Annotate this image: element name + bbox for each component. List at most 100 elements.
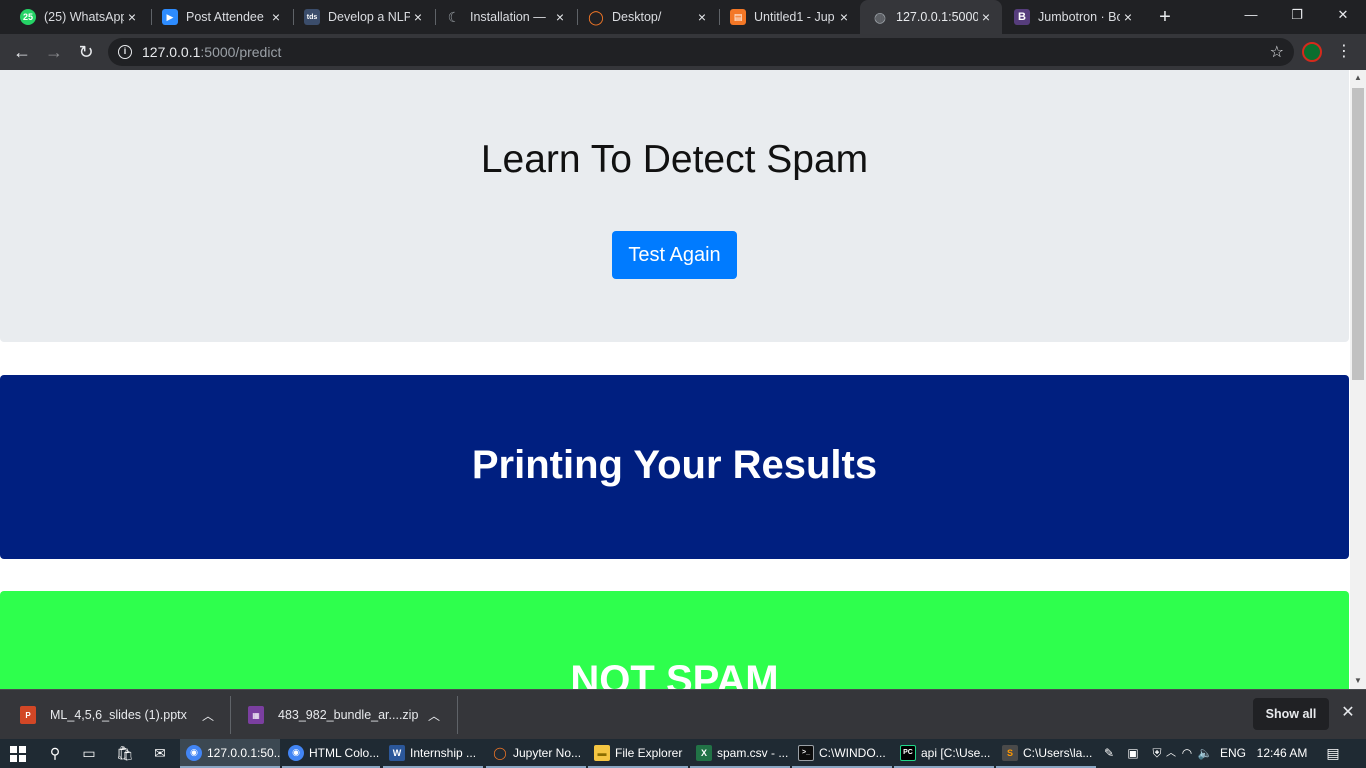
taskbar-app-label: C:\WINDO... xyxy=(819,745,886,760)
taskbar-app-chrome-localhost[interactable]: ◉ 127.0.0.1:50... xyxy=(180,739,280,768)
cmd-icon: >_ xyxy=(798,744,814,761)
scrollbar[interactable]: ▲ ▼ xyxy=(1350,70,1366,689)
chevron-up-icon[interactable]: ︿ xyxy=(428,707,440,724)
download-item[interactable]: P ML_4,5,6_slides (1).pptx ︿ xyxy=(20,690,214,740)
tab-jumbotron[interactable]: B Jumbotron · Bo × xyxy=(1002,0,1144,34)
language-indicator[interactable]: ENG xyxy=(1218,739,1248,768)
globe-icon: ◍ xyxy=(873,8,887,25)
close-icon[interactable]: × xyxy=(124,9,140,25)
shelf-separator xyxy=(457,696,458,734)
close-icon[interactable]: × xyxy=(1120,9,1136,25)
search-icon[interactable]: ⚲ xyxy=(38,739,72,768)
verdict-jumbotron: NOT SPAM xyxy=(0,591,1349,689)
taskbar-app-label: api [C:\Use... xyxy=(921,745,991,760)
url-host: 127.0.0.1 xyxy=(142,44,201,60)
tab-untitled1[interactable]: ▤ Untitled1 - Jup × xyxy=(718,0,860,34)
wifi-icon[interactable]: ◠ xyxy=(1178,739,1196,768)
close-icon[interactable]: × xyxy=(836,9,852,25)
new-tab-button[interactable]: + xyxy=(1154,6,1176,28)
taskbar-app-pycharm[interactable]: PC api [C:\Use... xyxy=(894,739,994,768)
back-button[interactable]: ← xyxy=(10,40,34,64)
close-icon[interactable]: × xyxy=(410,9,426,25)
taskbar-app-cmd[interactable]: >_ C:\WINDO... xyxy=(792,739,892,768)
header-jumbotron: Learn To Detect Spam Test Again xyxy=(0,70,1349,342)
whatsapp-icon: 25 xyxy=(20,9,36,25)
chrome-icon: ◉ xyxy=(186,744,202,761)
close-icon[interactable]: × xyxy=(978,9,994,25)
moon-icon: ☾ xyxy=(447,8,461,25)
pycharm-icon: PC xyxy=(900,744,916,761)
scroll-down-arrow[interactable]: ▼ xyxy=(1350,673,1366,689)
taskbar-app-excel[interactable]: X spam.csv - ... xyxy=(690,739,790,768)
downloads-shelf: P ML_4,5,6_slides (1).pptx ︿ ▦ 483_982_b… xyxy=(0,689,1366,739)
scroll-up-arrow[interactable]: ▲ xyxy=(1350,70,1366,86)
tab-desktop[interactable]: ◯ Desktop/ × xyxy=(576,0,718,34)
bookmark-star-icon[interactable]: ☆ xyxy=(1270,42,1284,62)
taskbar-app-word[interactable]: W Internship ... xyxy=(383,739,483,768)
reload-button[interactable]: ↻ xyxy=(74,40,98,64)
shelf-separator xyxy=(230,696,231,734)
close-icon[interactable]: ✕ xyxy=(1339,704,1357,722)
zoom-icon: ▶ xyxy=(162,9,178,25)
taskbar-app-file-explorer[interactable]: ▬ File Explorer xyxy=(588,739,688,768)
taskbar-app-label: Jupyter No... xyxy=(513,745,582,760)
results-heading: Printing Your Results xyxy=(471,443,878,487)
show-all-button[interactable]: Show all xyxy=(1253,698,1329,730)
page-viewport: Learn To Detect Spam Test Again Printing… xyxy=(0,70,1350,689)
taskbar-app-label: HTML Colo... xyxy=(309,745,380,760)
taskbar-app-label: File Explorer xyxy=(615,745,683,760)
volume-icon[interactable]: 🔈 xyxy=(1196,739,1214,768)
menu-icon[interactable]: ⋮ xyxy=(1336,40,1352,64)
info-icon[interactable]: i xyxy=(118,45,132,59)
download-item[interactable]: ▦ 483_982_bundle_ar....zip ︿ xyxy=(248,690,440,740)
address-bar[interactable]: i 127.0.0.1:5000/predict ☆ xyxy=(108,38,1294,66)
taskbar-app-label: Internship ... xyxy=(410,745,477,760)
close-icon[interactable]: × xyxy=(268,9,284,25)
page-title: Learn To Detect Spam xyxy=(480,138,869,181)
tab-title: Post Attendee xyxy=(186,10,264,24)
tab-develop-nlp[interactable]: tds Develop a NLP × xyxy=(292,0,434,34)
winrar-icon: ▦ xyxy=(248,706,264,724)
tray-app-icon[interactable]: ▣ xyxy=(1124,739,1142,768)
tab-title: Installation — xyxy=(470,10,546,24)
tab-whatsapp[interactable]: 25 (25) WhatsApp × xyxy=(8,0,148,34)
tab-title: Untitled1 - Jup xyxy=(754,10,835,24)
store-icon[interactable]: 🛍 xyxy=(108,739,142,768)
profile-avatar[interactable] xyxy=(1302,42,1322,62)
mail-icon[interactable]: ✉ xyxy=(143,739,177,768)
tab-title: Desktop/ xyxy=(612,10,662,24)
tab-title: Develop a NLP xyxy=(328,10,410,24)
bootstrap-icon: B xyxy=(1014,9,1030,25)
tray-app-icon[interactable]: ✎ xyxy=(1100,739,1118,768)
sublime-icon: S xyxy=(1002,744,1018,761)
folder-icon: ▬ xyxy=(594,744,610,761)
tab-strip: 25 (25) WhatsApp × ▶ Post Attendee × tds… xyxy=(0,0,1366,34)
forward-button[interactable]: → xyxy=(42,40,66,64)
minimize-button[interactable]: — xyxy=(1228,0,1274,30)
taskbar-app-jupyter[interactable]: ◯ Jupyter No... xyxy=(486,739,586,768)
excel-icon: X xyxy=(696,744,712,761)
close-icon[interactable]: × xyxy=(694,9,710,25)
close-icon[interactable]: × xyxy=(552,9,568,25)
tds-icon: tds xyxy=(304,9,320,25)
notification-icon[interactable]: ▤ xyxy=(1322,739,1344,768)
tab-zoom[interactable]: ▶ Post Attendee × xyxy=(150,0,292,34)
taskbar-app-chrome-html-colors[interactable]: ◉ HTML Colo... xyxy=(282,739,380,768)
close-window-button[interactable]: ✕ xyxy=(1320,0,1366,30)
download-filename: 483_982_bundle_ar....zip xyxy=(278,708,419,722)
chevron-up-icon[interactable]: ︿ xyxy=(202,707,214,724)
taskbar-app-sublime[interactable]: S C:\Users\la... xyxy=(996,739,1096,768)
chevron-up-icon[interactable]: ︿ xyxy=(1164,739,1178,768)
powerpoint-icon: P xyxy=(20,706,36,724)
start-button[interactable] xyxy=(0,739,36,768)
tab-localhost[interactable]: ◍ 127.0.0.1:5000/ × xyxy=(860,0,1002,34)
task-view-icon[interactable]: ▭ xyxy=(72,739,106,768)
notebook-icon: ▤ xyxy=(730,9,746,25)
taskbar-app-label: spam.csv - ... xyxy=(717,745,789,760)
clock[interactable]: 12:46 AM xyxy=(1254,739,1310,768)
tab-installation[interactable]: ☾ Installation — × xyxy=(434,0,576,34)
scroll-thumb[interactable] xyxy=(1352,88,1364,380)
taskbar-app-label: 127.0.0.1:50... xyxy=(207,745,280,760)
maximize-button[interactable]: ❐ xyxy=(1274,0,1320,30)
test-again-button[interactable]: Test Again xyxy=(612,231,737,279)
